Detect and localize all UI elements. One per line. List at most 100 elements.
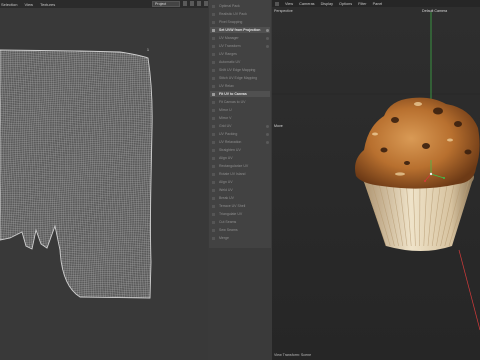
- tool-icon: [212, 4, 215, 8]
- tool-label: Fit Canvas to UV: [219, 100, 246, 104]
- tool-icon: [212, 132, 215, 136]
- tool-label: Cut Seams: [219, 220, 237, 224]
- tool-label: Break UV: [219, 196, 234, 200]
- tool-terrace-uv-shell[interactable]: Terrace UV Shell: [210, 203, 270, 209]
- move-tool-label: Move: [274, 124, 283, 128]
- tool-label: Grid UV: [219, 124, 232, 128]
- viewport-menu-panel[interactable]: Panel: [373, 2, 383, 6]
- tool-fit-canvas-to-uv[interactable]: Fit Canvas to UV: [210, 99, 270, 105]
- tool-label: Automatic UV: [219, 60, 241, 64]
- viewport-menu-options[interactable]: Options: [339, 2, 352, 6]
- tool-icon: [212, 100, 215, 104]
- menu-view[interactable]: View: [24, 2, 33, 7]
- settings-icon[interactable]: [204, 1, 208, 6]
- tool-options-icon[interactable]: [266, 140, 269, 144]
- tool-label: UV Transform: [219, 44, 241, 48]
- tool-uv-manager[interactable]: UV Manager: [210, 35, 270, 41]
- tool-set-uvw-from-projection[interactable]: Set UVW from Projection: [210, 27, 270, 33]
- tool-icon: [212, 76, 215, 80]
- tool-align-uv[interactable]: Align UV: [210, 179, 270, 185]
- tool-icon: [212, 84, 215, 88]
- tool-realistic-uv-pack[interactable]: Realistic UV Pack: [210, 11, 270, 17]
- tool-label: Align UV: [219, 156, 233, 160]
- tool-uv-relaxation[interactable]: UV Relaxation: [210, 139, 270, 145]
- viewport-menu-icon[interactable]: [275, 1, 279, 6]
- tool-uv-ranges[interactable]: UV Ranges: [210, 51, 270, 57]
- tool-rotate-uv-island[interactable]: Rotate UV Island: [210, 171, 270, 177]
- tool-stitch-uv-edge-mapping[interactable]: Stitch UV Edge Mapping: [210, 75, 270, 81]
- tool-label: Weld UV: [219, 188, 233, 192]
- tool-label: Realistic UV Pack: [219, 12, 247, 16]
- viewport-menu-cameras[interactable]: Cameras: [299, 2, 314, 6]
- tool-break-uv[interactable]: Break UV: [210, 195, 270, 201]
- tool-optimal-pack[interactable]: Optimal Pack: [210, 3, 270, 9]
- tool-options-icon[interactable]: [266, 132, 269, 136]
- menu-textures[interactable]: Textures: [40, 2, 55, 7]
- tool-options-icon[interactable]: [266, 36, 269, 40]
- tool-fit-uv-to-canvas[interactable]: Fit UV to Canvas: [210, 91, 270, 97]
- viewport-status: View Transform: Scene: [274, 353, 312, 357]
- tool-label: Straighten UV: [219, 148, 241, 152]
- tool-uv-transform[interactable]: UV Transform: [210, 43, 270, 49]
- tool-mirror-v[interactable]: Mirror V: [210, 115, 270, 121]
- tool-icon: [212, 124, 215, 128]
- tool-icon: [212, 36, 215, 40]
- tool-uv-packing[interactable]: UV Packing: [210, 131, 270, 137]
- tool-icon: [212, 44, 215, 48]
- project-dropdown[interactable]: Project: [152, 1, 180, 7]
- tool-label: Sew Seams: [219, 228, 238, 232]
- tool-icon: [212, 220, 215, 224]
- tool-label: UV Packing: [219, 132, 238, 136]
- tool-options-icon[interactable]: [266, 28, 269, 32]
- tool-options-icon[interactable]: [266, 124, 269, 128]
- tool-label: Fit UV to Canvas: [219, 92, 247, 96]
- tool-merge[interactable]: Merge: [210, 235, 270, 241]
- tool-grid-uv[interactable]: Grid UV: [210, 123, 270, 129]
- tool-straighten-uv[interactable]: Straighten UV: [210, 147, 270, 153]
- tool-label: UV Relaxation: [219, 140, 242, 144]
- tool-options-icon[interactable]: [266, 44, 269, 48]
- viewport-menu-display[interactable]: Display: [321, 2, 333, 6]
- uv-tools-panel: Optimal Pack Realistic UV Pack Pixel Snapp…: [209, 0, 271, 360]
- tool-shift-uv-edge-mapping[interactable]: Shift UV Edge Mapping: [210, 67, 270, 73]
- tool-mirror-u[interactable]: Mirror U: [210, 107, 270, 113]
- tool-icon: [212, 180, 215, 184]
- tool-label: UV Relax: [219, 84, 234, 88]
- viewport-panel[interactable]: View Cameras Display Options Filter Pane…: [272, 0, 480, 360]
- tool-label: Triangulate UV: [219, 212, 243, 216]
- tool-cut-seams[interactable]: Cut Seams: [210, 219, 270, 225]
- tool-align-uv[interactable]: Align UV: [210, 155, 270, 161]
- tool-icon: [212, 68, 215, 72]
- tool-label: Rectangularize UV: [219, 164, 249, 168]
- tool-icon: [212, 28, 215, 32]
- tool-rectangularize-uv[interactable]: Rectangularize UV: [210, 163, 270, 169]
- tool-icon: [212, 172, 215, 176]
- uv-editor-panel[interactable]: Selection View Textures Project 1: [0, 0, 208, 360]
- tool-icon: [212, 148, 215, 152]
- viewport-canvas[interactable]: [272, 0, 480, 360]
- tool-uv-relax[interactable]: UV Relax: [210, 83, 270, 89]
- tool-label: Merge: [219, 236, 229, 240]
- menu-selection[interactable]: Selection: [1, 2, 17, 7]
- grid-icon[interactable]: [190, 1, 194, 6]
- viewport-menubar: View Cameras Display Options Filter Pane…: [272, 0, 480, 7]
- tool-sew-seams[interactable]: Sew Seams: [210, 227, 270, 233]
- lock-icon[interactable]: [183, 1, 187, 6]
- uv-canvas[interactable]: [0, 0, 208, 360]
- checker-icon[interactable]: [197, 1, 201, 6]
- tool-icon: [212, 188, 215, 192]
- tool-weld-uv[interactable]: Weld UV: [210, 187, 270, 193]
- viewport-menu-filter[interactable]: Filter: [358, 2, 366, 6]
- uv-tools-list: Optimal Pack Realistic UV Pack Pixel Snapp…: [209, 0, 271, 248]
- camera-dropdown[interactable]: Default Camera: [422, 9, 447, 13]
- tool-pixel-snapping[interactable]: Pixel Snapping: [210, 19, 270, 25]
- tool-triangulate-uv[interactable]: Triangulate UV: [210, 211, 270, 217]
- tool-icon: [212, 196, 215, 200]
- tool-label: Optimal Pack: [219, 4, 240, 8]
- viewport-menu-view[interactable]: View: [285, 2, 293, 6]
- tool-icon: [212, 108, 215, 112]
- tool-icon: [212, 164, 215, 168]
- tool-automatic-uv[interactable]: Automatic UV: [210, 59, 270, 65]
- tool-icon: [212, 12, 215, 16]
- tool-icon: [212, 212, 215, 216]
